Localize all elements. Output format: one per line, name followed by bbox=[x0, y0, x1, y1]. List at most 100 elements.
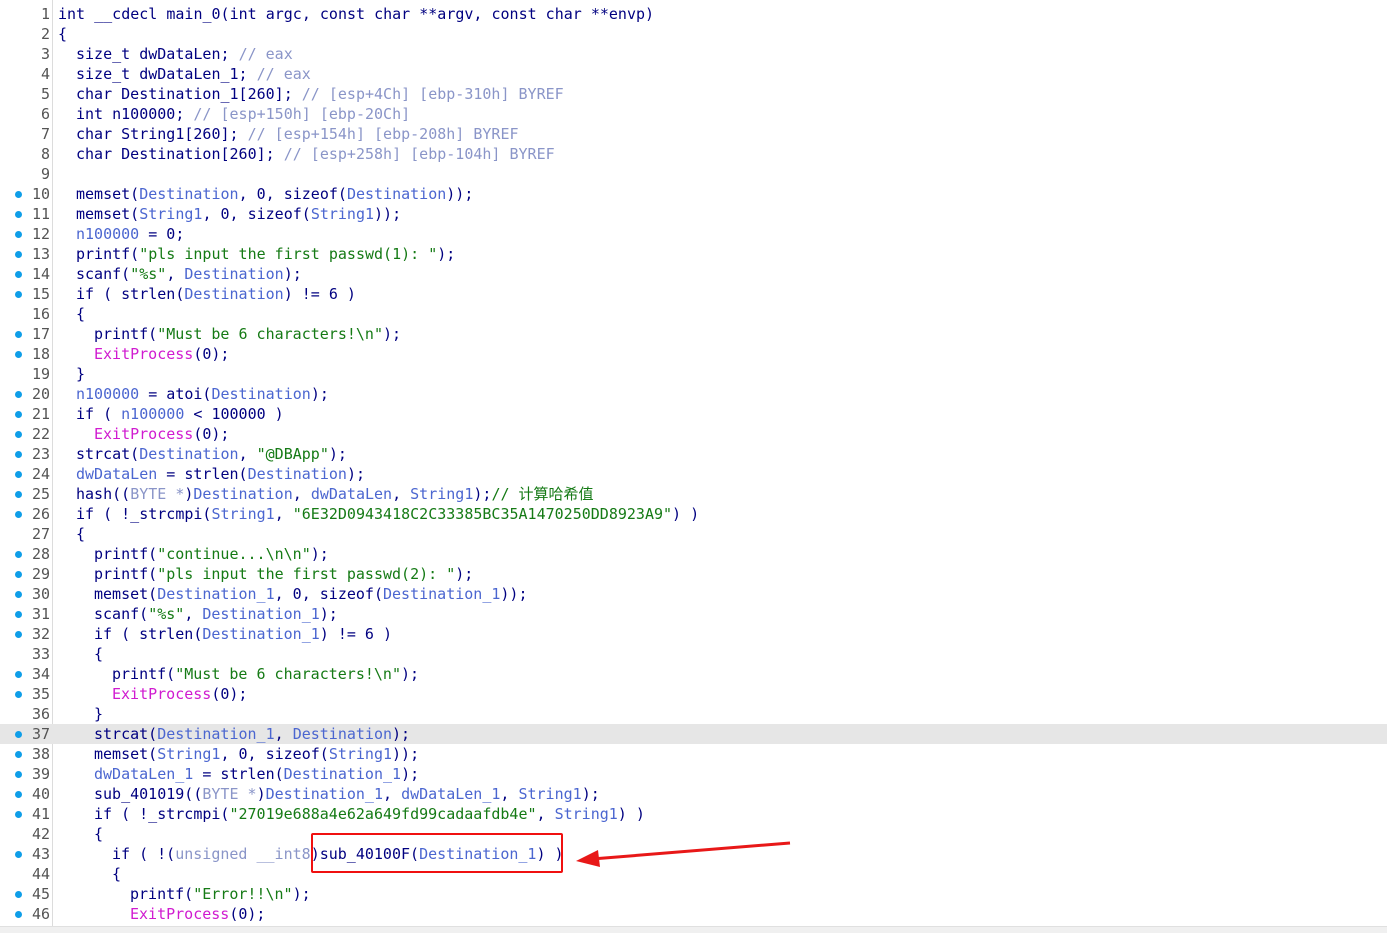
code-line[interactable]: 40 sub_401019((BYTE *)Destination_1, dwDa… bbox=[0, 784, 1387, 804]
code-line[interactable]: 30 memset(Destination_1, 0, sizeof(Destin… bbox=[0, 584, 1387, 604]
code-token: char Destination[260]; bbox=[76, 145, 284, 163]
breakpoint-dot-icon[interactable] bbox=[15, 271, 22, 278]
code-line[interactable]: 39 dwDataLen_1 = strlen(Destination_1); bbox=[0, 764, 1387, 784]
code-line[interactable]: 22 ExitProcess(0); bbox=[0, 424, 1387, 444]
line-number: 18 bbox=[31, 345, 50, 363]
code-line[interactable]: 4 size_t dwDataLen_1; // eax bbox=[0, 64, 1387, 84]
code-line[interactable]: 34 printf("Must be 6 characters!\n"); bbox=[0, 664, 1387, 684]
code-line[interactable]: 2{ bbox=[0, 24, 1387, 44]
breakpoint-dot-icon[interactable] bbox=[15, 291, 22, 298]
code-text: dwDataLen_1 = strlen(Destination_1); bbox=[94, 764, 419, 784]
breakpoint-dot-icon[interactable] bbox=[15, 731, 22, 738]
code-line[interactable]: 13 printf("pls input the first passwd(1):… bbox=[0, 244, 1387, 264]
code-line[interactable]: 25 hash((BYTE *)Destination, dwDataLen, S… bbox=[0, 484, 1387, 504]
code-line[interactable]: 41 if ( !_strcmpi("27019e688a4e62a649fd99… bbox=[0, 804, 1387, 824]
code-line[interactable]: 9 bbox=[0, 164, 1387, 184]
code-line[interactable]: 37 strcat(Destination_1, Destination); bbox=[0, 724, 1387, 744]
code-line[interactable]: 19} bbox=[0, 364, 1387, 384]
code-line[interactable]: 14 scanf("%s", Destination); bbox=[0, 264, 1387, 284]
breakpoint-dot-icon[interactable] bbox=[15, 431, 22, 438]
breakpoint-dot-icon[interactable] bbox=[15, 331, 22, 338]
code-token: scanf( bbox=[94, 605, 149, 623]
breakpoint-dot-icon[interactable] bbox=[15, 511, 22, 518]
code-text: ExitProcess(0); bbox=[130, 904, 265, 924]
line-number: 46 bbox=[31, 905, 50, 923]
code-token: BYTE * bbox=[202, 785, 257, 803]
pseudocode-view[interactable]: 1 int __cdecl main_0(int argc, const char… bbox=[0, 0, 1387, 932]
code-line[interactable]: 33 { bbox=[0, 644, 1387, 664]
line-number: 27 bbox=[31, 525, 50, 543]
breakpoint-dot-icon[interactable] bbox=[15, 491, 22, 498]
code-token: printf( bbox=[130, 885, 194, 903]
breakpoint-dot-icon[interactable] bbox=[15, 751, 22, 758]
annotation-arrow-icon bbox=[576, 841, 791, 867]
breakpoint-dot-icon[interactable] bbox=[15, 411, 22, 418]
code-line[interactable]: 3 size_t dwDataLen; // eax bbox=[0, 44, 1387, 64]
breakpoint-dot-icon[interactable] bbox=[15, 551, 22, 558]
breakpoint-dot-icon[interactable] bbox=[15, 451, 22, 458]
breakpoint-dot-icon[interactable] bbox=[15, 251, 22, 258]
line-number: 4 bbox=[40, 65, 50, 83]
code-line[interactable]: 28 printf("continue...\n\n"); bbox=[0, 544, 1387, 564]
code-token: memset( bbox=[76, 205, 140, 223]
breakpoint-dot-icon[interactable] bbox=[15, 231, 22, 238]
code-line[interactable]: 11 memset(String1, 0, sizeof(String1)); bbox=[0, 204, 1387, 224]
code-line[interactable]: 45 printf("Error!!\n"); bbox=[0, 884, 1387, 904]
breakpoint-dot-icon[interactable] bbox=[15, 691, 22, 698]
code-token: Destination_1 bbox=[202, 605, 320, 623]
code-line[interactable]: 36} bbox=[0, 704, 1387, 724]
code-line[interactable]: 18 ExitProcess(0); bbox=[0, 344, 1387, 364]
code-line[interactable]: 27 { bbox=[0, 524, 1387, 544]
code-line[interactable]: 8 char Destination[260]; // [esp+258h] [e… bbox=[0, 144, 1387, 164]
code-line[interactable]: 6 int n100000; // [esp+150h] [ebp-20Ch] bbox=[0, 104, 1387, 124]
code-token: ); bbox=[328, 445, 347, 463]
code-text: { bbox=[94, 824, 103, 844]
code-line[interactable]: 38 memset(String1, 0, sizeof(String1)); bbox=[0, 744, 1387, 764]
code-token: } bbox=[94, 705, 104, 723]
code-line[interactable]: 26 if ( !_strcmpi(String1, "6E32D0943418C… bbox=[0, 504, 1387, 524]
breakpoint-dot-icon[interactable] bbox=[15, 591, 22, 598]
code-line[interactable]: 29 printf("pls input the first passwd(2):… bbox=[0, 564, 1387, 584]
breakpoint-dot-icon[interactable] bbox=[15, 191, 22, 198]
code-line[interactable]: 7 char String1[260]; // [esp+154h] [ebp-2… bbox=[0, 124, 1387, 144]
code-line[interactable]: 5 char Destination_1[260]; // [esp+4Ch] [… bbox=[0, 84, 1387, 104]
code-line[interactable]: 24 dwDataLen = strlen(Destination); bbox=[0, 464, 1387, 484]
code-line[interactable]: 12 n100000 = 0; bbox=[0, 224, 1387, 244]
line-number: 40 bbox=[31, 785, 50, 803]
code-token: String1 bbox=[518, 785, 582, 803]
code-line[interactable]: 32 if ( strlen(Destination_1) != 6 ) bbox=[0, 624, 1387, 644]
line-number: 1 bbox=[40, 5, 50, 23]
code-token: "Error!!\n" bbox=[193, 885, 293, 903]
code-line[interactable]: 16 { bbox=[0, 304, 1387, 324]
breakpoint-dot-icon[interactable] bbox=[15, 391, 22, 398]
code-token: ); bbox=[383, 325, 402, 343]
line-number: 8 bbox=[40, 145, 50, 163]
code-line[interactable]: 20 n100000 = atoi(Destination); bbox=[0, 384, 1387, 404]
code-line[interactable]: 23 strcat(Destination, "@DBApp"); bbox=[0, 444, 1387, 464]
code-line[interactable]: 1 int __cdecl main_0(int argc, const char… bbox=[0, 4, 1387, 24]
breakpoint-dot-icon[interactable] bbox=[15, 771, 22, 778]
breakpoint-dot-icon[interactable] bbox=[15, 811, 22, 818]
breakpoint-dot-icon[interactable] bbox=[15, 211, 22, 218]
code-line[interactable]: 10 memset(Destination, 0, sizeof(Destinat… bbox=[0, 184, 1387, 204]
breakpoint-dot-icon[interactable] bbox=[15, 911, 22, 918]
code-line[interactable]: 35 ExitProcess(0); bbox=[0, 684, 1387, 704]
breakpoint-dot-icon[interactable] bbox=[15, 471, 22, 478]
breakpoint-dot-icon[interactable] bbox=[15, 851, 22, 858]
breakpoint-dot-icon[interactable] bbox=[15, 351, 22, 358]
code-token: ); bbox=[310, 545, 329, 563]
code-line[interactable]: 15 if ( strlen(Destination) != 6 ) bbox=[0, 284, 1387, 304]
breakpoint-dot-icon[interactable] bbox=[15, 671, 22, 678]
code-line[interactable]: 21 if ( n100000 < 100000 ) bbox=[0, 404, 1387, 424]
code-line[interactable]: 46 ExitProcess(0); bbox=[0, 904, 1387, 924]
code-token: "%s" bbox=[148, 605, 185, 623]
code-token: , bbox=[166, 265, 185, 283]
breakpoint-dot-icon[interactable] bbox=[15, 891, 22, 898]
code-line[interactable]: 31 scanf("%s", Destination_1); bbox=[0, 604, 1387, 624]
breakpoint-dot-icon[interactable] bbox=[15, 791, 22, 798]
breakpoint-dot-icon[interactable] bbox=[15, 631, 22, 638]
breakpoint-dot-icon[interactable] bbox=[15, 611, 22, 618]
breakpoint-dot-icon[interactable] bbox=[15, 571, 22, 578]
code-token: int n100000; bbox=[76, 105, 194, 123]
code-line[interactable]: 17 printf("Must be 6 characters!\n"); bbox=[0, 324, 1387, 344]
